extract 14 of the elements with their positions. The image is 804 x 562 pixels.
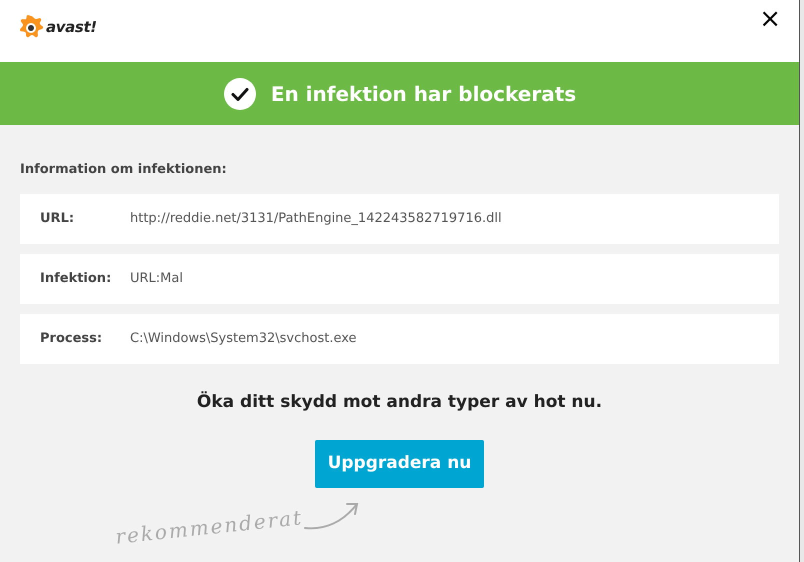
- section-heading: Information om infektionen:: [20, 161, 228, 179]
- banner-title: En infektion har blockerats: [270, 80, 576, 108]
- splat-icon: [18, 14, 44, 40]
- row-label: Infektion:: [40, 270, 112, 288]
- promo-text: Öka ditt skydd mot andra typer av hot nu.: [196, 390, 602, 414]
- row-label: URL:: [40, 210, 76, 228]
- row-value: http://reddie.net/3131/PathEngine_142243582719716.dll: [130, 210, 502, 228]
- close-button[interactable]: ×: [759, 6, 781, 32]
- check-icon: [222, 76, 257, 110]
- row-value: URL:Mal: [130, 270, 183, 288]
- recommended-note: rekommenderat: [114, 504, 304, 551]
- logo-text: avast!: [46, 16, 97, 38]
- row-value: C:\Windows\System32\svchost.exe: [130, 330, 357, 348]
- row-label: Process:: [40, 330, 104, 348]
